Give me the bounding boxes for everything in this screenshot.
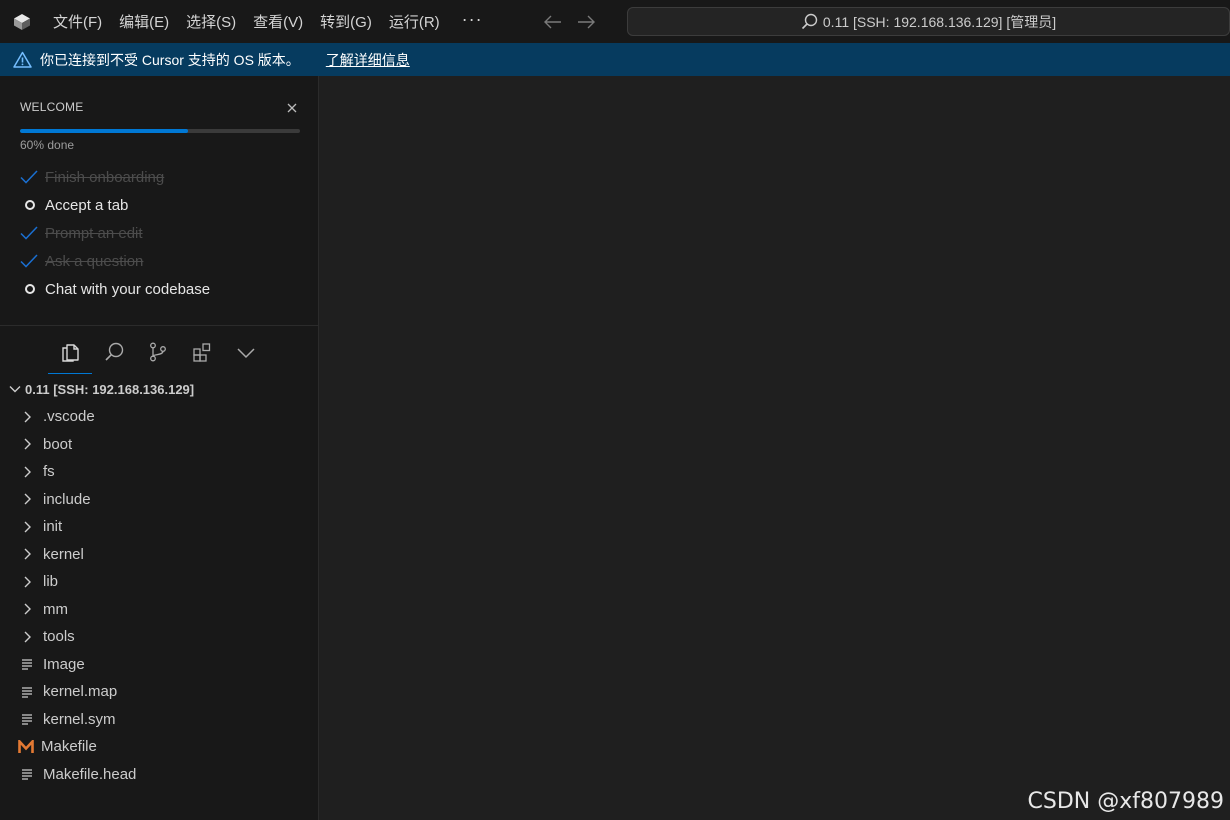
sidebar: WELCOME 60% done Finish onboarding Accept… [0,76,319,820]
makefile-icon [18,739,41,754]
menu-selection[interactable]: 选择(S) [177,0,244,43]
chevron-right-icon [20,630,43,644]
back-arrow-icon[interactable] [537,0,570,43]
watermark: CSDN @xf807989 [1027,789,1224,814]
chevron-right-icon [20,410,43,424]
tree-item-label: include [43,490,91,508]
onboarding-task[interactable]: Ask a question [20,247,310,275]
banner-message: 你已连接到不受 Cursor 支持的 OS 版本。 [40,51,300,68]
file-lines-icon [20,767,43,781]
chevron-right-icon [20,520,43,534]
chevron-down-icon[interactable] [224,330,268,374]
unsupported-os-banner: 你已连接到不受 Cursor 支持的 OS 版本。 了解详细信息 [0,43,1230,76]
tree-item-label: kernel.sym [43,710,116,728]
command-center-search[interactable]: 0.11 [SSH: 192.168.136.129] [管理员] [627,7,1230,36]
workspace-root-label: 0.11 [SSH: 192.168.136.129] [25,381,195,397]
editor-area: CSDN @xf807989 [320,76,1230,820]
check-icon [20,254,45,268]
close-icon[interactable] [285,101,299,115]
learn-more-link[interactable]: 了解详细信息 [326,50,410,70]
file-lines-icon [20,685,43,699]
file-explorer: 0.11 [SSH: 192.168.136.129] .vscode boot f… [0,378,318,788]
source-control-icon[interactable] [136,330,180,374]
folder-item[interactable]: fs [0,458,318,486]
folder-item[interactable]: tools [0,623,318,651]
onboarding-task-label: Prompt an edit [45,224,143,242]
tree-item-label: Makefile [41,738,97,756]
file-item[interactable]: kernel.sym [0,706,318,734]
onboarding-task-label: Accept a tab [45,196,129,214]
folder-item[interactable]: lib [0,568,318,596]
chevron-down-icon [5,382,25,396]
circle-icon [20,200,45,210]
tree-item-label: tools [43,628,75,646]
chevron-right-icon [20,575,43,589]
folder-item[interactable]: .vscode [0,403,318,431]
chevron-right-icon [20,437,43,451]
chevron-right-icon [20,547,43,561]
tree-item-label: kernel [43,545,84,563]
progress-text: 60% done [20,138,75,152]
circle-icon [20,284,45,294]
file-tree: .vscode boot fs include init kernel lib mm tools… [0,403,318,788]
tree-item-label: kernel.map [43,683,118,701]
cursor-logo-icon [0,0,44,43]
menu-view[interactable]: 查看(V) [244,0,311,43]
onboarding-task[interactable]: Prompt an edit [20,219,310,247]
tree-item-label: Makefile.head [43,765,137,783]
onboarding-progress-bar [20,129,300,133]
tree-item-label: Image [43,655,85,673]
chevron-right-icon [20,492,43,506]
tree-item-label: lib [43,573,59,591]
menu-file[interactable]: 文件(F) [44,0,110,43]
tree-item-label: init [43,518,63,536]
tree-item-label: .vscode [43,408,95,426]
check-icon [20,170,45,184]
warning-icon [13,51,32,68]
menu-go[interactable]: 转到(G) [311,0,380,43]
tree-item-label: mm [43,600,68,618]
forward-arrow-icon[interactable] [570,0,603,43]
file-item[interactable]: kernel.map [0,678,318,706]
menu-edit[interactable]: 编辑(E) [110,0,177,43]
navigation-arrows [537,0,603,43]
chevron-right-icon [20,465,43,479]
sidebar-view-switcher [0,326,318,378]
progress-fill [20,129,188,133]
onboarding-task-label: Chat with your codebase [45,280,211,298]
file-item[interactable]: Image [0,651,318,679]
extensions-icon[interactable] [180,330,224,374]
workspace-root[interactable]: 0.11 [SSH: 192.168.136.129] [0,378,318,400]
chevron-right-icon [20,602,43,616]
file-item[interactable]: Makefile [0,733,318,761]
onboarding-task[interactable]: Accept a tab [20,191,310,219]
onboarding-task[interactable]: Chat with your codebase [20,275,310,303]
tree-item-label: fs [43,463,55,481]
file-item[interactable]: Makefile.head [0,761,318,789]
check-icon [20,226,45,240]
menu-bar: 文件(F) 编辑(E) 选择(S) 查看(V) 转到(G) 运行(R) ··· [44,0,497,43]
onboarding-task-list: Finish onboarding Accept a tab Prompt an e… [20,163,310,303]
command-center-label: 0.11 [SSH: 192.168.136.129] [管理员] [822,13,1057,30]
search-icon [801,13,818,30]
folder-item[interactable]: boot [0,431,318,459]
file-lines-icon [20,712,43,726]
tree-item-label: boot [43,435,73,453]
folder-item[interactable]: mm [0,596,318,624]
welcome-title: WELCOME [20,100,84,114]
onboarding-task-label: Ask a question [45,252,144,270]
menu-more-button[interactable]: ··· [448,0,497,43]
search-icon[interactable] [92,330,136,374]
explorer-icon[interactable] [48,330,92,374]
welcome-panel: WELCOME 60% done Finish onboarding Accept… [0,76,318,326]
folder-item[interactable]: init [0,513,318,541]
menu-run[interactable]: 运行(R) [380,0,448,43]
onboarding-task-label: Finish onboarding [45,168,165,186]
title-bar: 文件(F) 编辑(E) 选择(S) 查看(V) 转到(G) 运行(R) ··· … [0,0,1230,43]
file-lines-icon [20,657,43,671]
folder-item[interactable]: kernel [0,541,318,569]
onboarding-task[interactable]: Finish onboarding [20,163,310,191]
folder-item[interactable]: include [0,486,318,514]
